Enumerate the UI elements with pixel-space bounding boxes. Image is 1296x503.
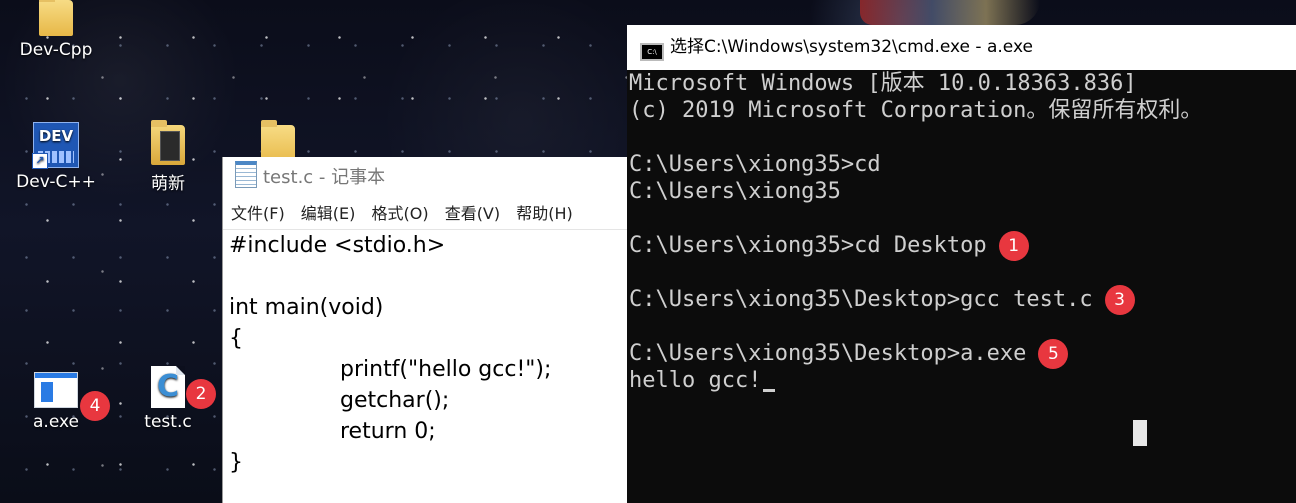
console-line-text: hello gcc! [629, 368, 762, 393]
code-line: int main(void) [229, 295, 384, 320]
dev-cpp-icon: DEV ↗ [32, 122, 79, 169]
console-line: C:\Users\xiong35\Desktop>gcc test.c 3 [629, 285, 1296, 315]
code-line: { [229, 326, 243, 351]
desktop-icon-dev-cpp-folder[interactable]: Dev-Cpp [16, 0, 96, 60]
cmd-title: 选择C:\Windows\system32\cmd.exe - a.exe [670, 37, 1033, 57]
notepad-window: test.c - 记事本 文件(F) 编辑(E) 格式(O) 查看(V) 帮助(… [222, 157, 628, 503]
folder-icon [39, 0, 73, 36]
menu-view[interactable]: 查看(V) [445, 204, 500, 223]
step-badge-2: 2 [186, 379, 216, 409]
desktop-icon-mengxin-folder[interactable]: 萌新 [128, 120, 208, 194]
console-line: C:\Users\xiong35>cd [629, 152, 881, 177]
cmd-output[interactable]: Microsoft Windows [版本 10.0.18363.836] (c… [627, 70, 1296, 394]
step-badge-1: 1 [998, 231, 1029, 261]
folder-icon [151, 120, 185, 165]
menu-help[interactable]: 帮助(H) [516, 204, 573, 223]
cmd-window: C:\ 选择C:\Windows\system32\cmd.exe - a.exe… [627, 25, 1296, 503]
console-line-text: C:\Users\xiong35>cd Desktop [629, 233, 987, 258]
c-source-file-icon: C [151, 366, 185, 408]
console-line: hello gcc! [629, 367, 1296, 394]
console-line: C:\Users\xiong35 [629, 179, 841, 204]
menu-format[interactable]: 格式(O) [372, 204, 429, 223]
code-line: return 0; [340, 419, 436, 444]
mouse-cursor-block [1133, 420, 1147, 446]
code-line: #include <stdio.h> [229, 233, 446, 258]
step-badge-4: 4 [80, 391, 110, 421]
desktop-icon-label: Dev-Cpp [19, 40, 93, 60]
menu-file[interactable]: 文件(F) [231, 204, 285, 223]
console-line: C:\Users\xiong35>cd Desktop 1 [629, 231, 1296, 261]
desktop-icon-dev-cpp-app[interactable]: DEV ↗ Dev-C++ [16, 122, 96, 192]
notepad-titlebar[interactable]: test.c - 记事本 [223, 157, 628, 199]
desktop-icon-label: Dev-C++ [16, 172, 96, 192]
code-line: printf("hello gcc!"); [340, 357, 552, 382]
menu-edit[interactable]: 编辑(E) [301, 204, 356, 223]
cmd-icon: C:\ [640, 43, 664, 61]
desktop-icon-label: test.c [144, 412, 192, 432]
notepad-menubar: 文件(F) 编辑(E) 格式(O) 查看(V) 帮助(H) [223, 199, 628, 230]
console-line: (c) 2019 Microsoft Corporation。保留所有权利。 [629, 98, 1203, 123]
code-line: } [229, 450, 243, 475]
desktop-icon-label: 萌新 [151, 174, 185, 194]
text-cursor [763, 389, 776, 392]
console-line: C:\Users\xiong35\Desktop>a.exe 5 [629, 339, 1296, 369]
step-badge-5: 5 [1038, 339, 1069, 369]
executable-icon [34, 372, 78, 408]
wallpaper-art [860, 0, 1040, 25]
notepad-editor[interactable]: #include <stdio.h> int main(void) { prin… [223, 230, 628, 478]
notepad-icon [235, 161, 257, 188]
console-line-text: C:\Users\xiong35\Desktop>gcc test.c [629, 287, 1093, 312]
code-line: getchar(); [340, 388, 450, 413]
console-line: Microsoft Windows [版本 10.0.18363.836] [629, 71, 1137, 96]
cmd-titlebar[interactable]: C:\ 选择C:\Windows\system32\cmd.exe - a.exe [627, 25, 1296, 70]
step-badge-3: 3 [1104, 285, 1135, 315]
desktop-background: Dev-Cpp DEV ↗ Dev-C++ 萌新 a.exe 4 C test.c… [0, 0, 1296, 503]
notepad-title: test.c - 记事本 [263, 167, 386, 188]
console-line-text: C:\Users\xiong35\Desktop>a.exe [629, 341, 1027, 366]
